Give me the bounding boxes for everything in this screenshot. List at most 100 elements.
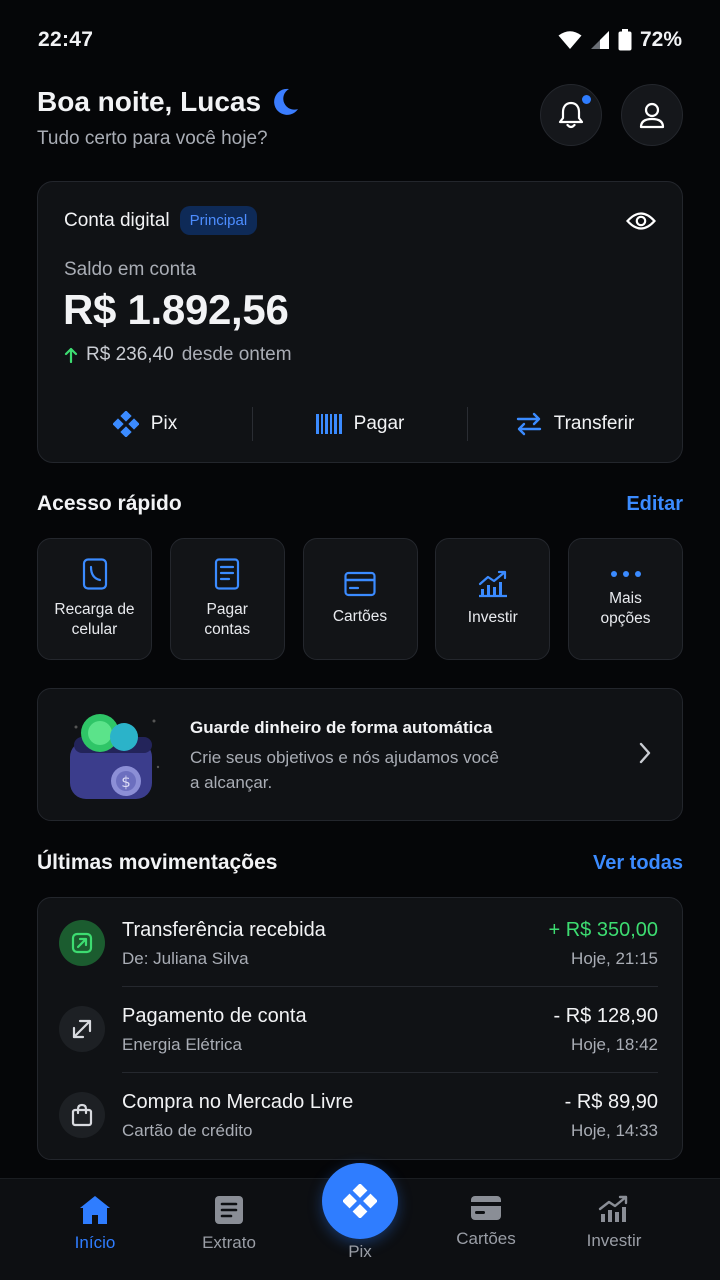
see-all-transactions-link[interactable]: Ver todas xyxy=(593,852,683,875)
nav-item-label: Início xyxy=(74,1233,116,1252)
balance-label: Saldo em conta xyxy=(64,259,197,280)
transaction-icon xyxy=(59,1092,105,1138)
battery-percent: 72% xyxy=(639,28,682,51)
chart-icon xyxy=(598,1195,628,1222)
transaction-date: Hoje, 14:33 xyxy=(571,1121,658,1140)
quick-item-label: Recarga de celular xyxy=(54,601,135,638)
greeting-subtitle: Tudo certo para você hoje? xyxy=(37,128,268,149)
more-icon xyxy=(610,571,641,577)
arrow-in-icon xyxy=(71,932,93,954)
transaction-title: Pagamento de conta xyxy=(122,1005,307,1027)
pix-icon xyxy=(343,1184,377,1218)
user-icon xyxy=(639,102,665,129)
promo-text: Crie seus objetivos e nós ajudamos você … xyxy=(190,748,499,792)
promo-title: Guarde dinheiro de forma automática xyxy=(190,718,493,737)
transaction-title: Transferência recebida xyxy=(122,919,326,941)
transaction-amount: - R$ 128,90 xyxy=(553,1005,658,1027)
card-icon xyxy=(471,1196,501,1220)
statement-icon xyxy=(215,1196,243,1224)
status-icons: 72% xyxy=(558,28,682,52)
card-icon xyxy=(344,571,376,597)
toggle-balance-visibility[interactable] xyxy=(624,204,658,238)
signal-icon xyxy=(590,31,609,49)
savings-promo-card[interactable]: $ Guarde dinheiro de forma automática Cr… xyxy=(37,688,683,821)
quick-item-label: Cartões xyxy=(332,608,388,625)
piggy-wallet-illustration: $ xyxy=(70,714,160,799)
chevron-right-icon xyxy=(639,742,651,764)
pix-icon xyxy=(112,411,139,437)
edit-quick-access-link[interactable]: Editar xyxy=(626,493,683,516)
transaction-date: Hoje, 18:42 xyxy=(571,1035,658,1054)
nav-item-label: Pix xyxy=(348,1242,372,1261)
nav-item-statement[interactable]: Extrato xyxy=(169,1195,289,1253)
arrow-out-icon xyxy=(72,1019,92,1039)
notification-dot xyxy=(582,95,591,104)
notifications-button[interactable] xyxy=(540,84,602,146)
barcode-icon xyxy=(315,414,342,434)
svg-text:$: $ xyxy=(121,773,131,791)
transfer-action-label: Transferir xyxy=(553,413,635,434)
account-label: Conta digital xyxy=(64,209,170,231)
transfer-action-button[interactable]: Transferir xyxy=(468,412,682,436)
transaction-row[interactable]: Pagamento de conta Energia Elétrica - R$… xyxy=(38,984,682,1070)
transaction-subtitle: Cartão de crédito xyxy=(122,1121,253,1140)
greeting: Boa noite, Lucas xyxy=(37,86,299,118)
transaction-amount: + R$ 350,00 xyxy=(548,919,658,941)
nav-item-cards[interactable]: Cartões xyxy=(426,1195,546,1249)
quick-item-more[interactable]: Mais opções xyxy=(568,538,683,660)
wifi-icon xyxy=(558,31,582,49)
transaction-row[interactable]: Compra no Mercado Livre Cartão de crédit… xyxy=(38,1070,682,1156)
nav-item-pix[interactable] xyxy=(322,1163,398,1239)
nav-item-label: Investir xyxy=(586,1231,642,1250)
shopping-bag-icon xyxy=(71,1103,93,1127)
quick-item-label: Pagar contas xyxy=(204,601,251,638)
quick-item-cards[interactable]: Cartões xyxy=(302,538,418,660)
arrow-up-icon xyxy=(64,347,78,363)
quick-access-title: Acesso rápido xyxy=(37,492,182,515)
transfer-icon xyxy=(516,412,541,436)
transaction-icon xyxy=(59,1006,105,1052)
quick-access-grid: Recarga de celular Pagar contas Cartões … xyxy=(37,538,683,660)
receipt-icon xyxy=(215,558,240,590)
account-row: Conta digital Principal xyxy=(64,206,258,235)
transactions-list: Transferência recebida De: Juliana Silva… xyxy=(37,897,683,1160)
bottom-nav: Início Extrato Pix Cartões Investir xyxy=(0,1163,720,1280)
phone-icon xyxy=(82,558,107,590)
transaction-row[interactable]: Transferência recebida De: Juliana Silva… xyxy=(38,898,682,984)
transaction-subtitle: De: Juliana Silva xyxy=(122,949,249,968)
transaction-title: Compra no Mercado Livre xyxy=(122,1091,354,1113)
eye-icon xyxy=(626,212,656,230)
pix-action-button[interactable]: Pix xyxy=(38,411,252,437)
transaction-amount: - R$ 89,90 xyxy=(564,1091,658,1113)
balance-delta-value: R$ 236,40 xyxy=(86,344,174,365)
pay-action-button[interactable]: Pagar xyxy=(253,413,467,435)
transactions-title: Últimas movimentações xyxy=(37,851,278,874)
pix-action-label: Pix xyxy=(150,413,178,434)
balance-value: R$ 1.892,56 xyxy=(63,286,289,333)
quick-item-recharge[interactable]: Recarga de celular xyxy=(37,538,152,660)
balance-delta: R$ 236,40 desde ontem xyxy=(64,344,292,366)
status-time: 22:47 xyxy=(38,28,94,51)
moon-icon xyxy=(274,88,299,115)
balance-card: Conta digital Principal Saldo em conta R… xyxy=(37,181,683,463)
quick-item-pay-bills[interactable]: Pagar contas xyxy=(169,538,285,660)
status-bar: 22:47 72% xyxy=(0,0,720,80)
balance-delta-suffix: desde ontem xyxy=(181,344,292,365)
transaction-date: Hoje, 21:15 xyxy=(571,949,658,968)
quick-item-invest[interactable]: Investir xyxy=(435,538,551,660)
nav-item-label: Extrato xyxy=(202,1233,256,1252)
chart-icon xyxy=(478,570,507,598)
account-badge: Principal xyxy=(179,206,258,235)
quick-item-label: Mais opções xyxy=(600,590,651,627)
bell-icon xyxy=(558,101,584,129)
quick-item-label: Investir xyxy=(467,609,518,626)
transaction-subtitle: Energia Elétrica xyxy=(122,1035,243,1054)
nav-item-home[interactable]: Início xyxy=(35,1195,155,1253)
battery-icon xyxy=(618,29,632,51)
transaction-icon xyxy=(59,920,105,966)
profile-button[interactable] xyxy=(621,84,683,146)
home-icon xyxy=(80,1196,110,1224)
nav-item-invest[interactable]: Investir xyxy=(554,1195,674,1251)
header: Boa noite, Lucas Tudo certo para você ho… xyxy=(37,84,683,154)
greeting-text: Boa noite, Lucas xyxy=(37,86,262,117)
